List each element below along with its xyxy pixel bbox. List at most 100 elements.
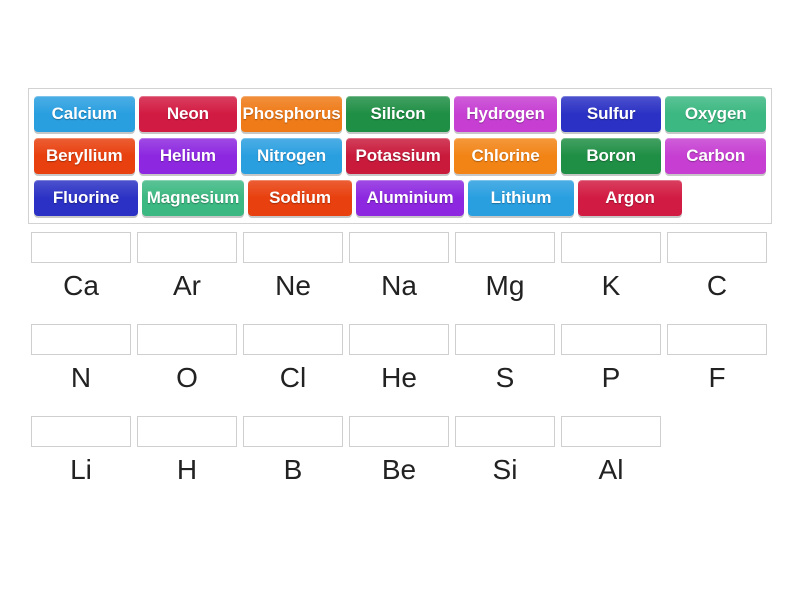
tile-label: Oxygen [684, 104, 747, 123]
symbol-label: K [601, 270, 621, 301]
drop-zone[interactable] [561, 324, 661, 355]
symbol-label: He [381, 362, 417, 393]
answer-cell: Al [558, 416, 664, 484]
tile-label: Calcium [51, 104, 118, 123]
symbol-label: S [495, 362, 515, 393]
tile-label: Chlorine [471, 146, 540, 165]
draggable-tile[interactable]: Calcium [34, 96, 135, 132]
symbol-label: N [70, 362, 92, 393]
tile-label: Neon [166, 104, 209, 123]
drop-zone[interactable] [243, 232, 343, 263]
answer-cell: He [346, 324, 452, 392]
symbol-label: Cl [279, 362, 307, 393]
tile-bank-row: Fluorine Magnesium Sodium Aluminium Lith… [32, 177, 768, 219]
draggable-tile[interactable]: Beryllium [34, 138, 135, 174]
drop-zone[interactable] [137, 324, 237, 355]
tile-label: Carbon [686, 146, 746, 165]
drop-zone[interactable] [31, 416, 131, 447]
answer-cell: N [28, 324, 134, 392]
answer-cell: Cl [240, 324, 346, 392]
draggable-tile[interactable]: Phosphorus [241, 96, 342, 132]
symbol-label: Mg [485, 270, 525, 301]
drop-zone[interactable] [349, 324, 449, 355]
draggable-tile[interactable]: Lithium [468, 180, 574, 216]
answer-cell: O [134, 324, 240, 392]
drop-zone[interactable] [137, 232, 237, 263]
tile-bank: Calcium Neon Phosphorus Silicon Hydrogen… [28, 88, 772, 224]
drop-zone[interactable] [137, 416, 237, 447]
symbol-label: Ca [63, 270, 99, 301]
draggable-tile[interactable]: Boron [560, 138, 662, 174]
drop-zone[interactable] [561, 416, 661, 447]
symbol-label: Li [70, 454, 92, 485]
answer-grid: Ca Ar Ne Na Mg K C N O Cl He S P F Li H … [28, 232, 772, 508]
answer-row: Li H B Be Si Al [28, 416, 772, 484]
draggable-tile[interactable]: Argon [578, 180, 682, 216]
draggable-tile[interactable]: Hydrogen [454, 96, 557, 132]
draggable-tile[interactable]: Oxygen [665, 96, 767, 132]
drop-zone[interactable] [31, 232, 131, 263]
drop-zone[interactable] [455, 324, 555, 355]
drop-zone[interactable] [455, 416, 555, 447]
symbol-label: H [176, 454, 198, 485]
draggable-tile[interactable]: Sulfur [560, 96, 662, 132]
answer-cell: S [452, 324, 558, 392]
drop-zone[interactable] [31, 324, 131, 355]
answer-cell: Ar [134, 232, 240, 300]
answer-cell: Li [28, 416, 134, 484]
answer-cell: Ca [28, 232, 134, 300]
draggable-tile[interactable]: Sodium [248, 180, 352, 216]
symbol-label: Si [492, 454, 518, 485]
answer-row: Ca Ar Ne Na Mg K C [28, 232, 772, 300]
draggable-tile[interactable]: Aluminium [356, 180, 464, 216]
symbol-label: B [283, 454, 303, 485]
drop-zone[interactable] [455, 232, 555, 263]
drop-zone[interactable] [243, 324, 343, 355]
drop-zone[interactable] [349, 232, 449, 263]
draggable-tile[interactable]: Magnesium [142, 180, 244, 216]
tile-label: Potassium [355, 146, 441, 165]
tile-bank-row: Beryllium Helium Nitrogen Potassium Chlo… [32, 135, 768, 177]
draggable-tile[interactable]: Helium [138, 138, 238, 174]
tile-label: Hydrogen [466, 104, 545, 123]
answer-cell: Ne [240, 232, 346, 300]
answer-cell: K [558, 232, 664, 300]
tile-label: Sodium [269, 188, 331, 207]
answer-cell: Be [346, 416, 452, 484]
symbol-label: P [601, 362, 621, 393]
tile-label: Helium [159, 146, 216, 165]
drop-zone[interactable] [243, 416, 343, 447]
tile-label: Aluminium [366, 188, 454, 207]
symbol-label: Be [381, 454, 417, 485]
drop-zone[interactable] [561, 232, 661, 263]
draggable-tile[interactable]: Neon [138, 96, 238, 132]
symbol-label: O [176, 362, 198, 393]
answer-cell: Na [346, 232, 452, 300]
draggable-tile[interactable]: Nitrogen [241, 138, 342, 174]
tile-label: Lithium [490, 188, 552, 207]
symbol-label: C [706, 270, 728, 301]
symbol-label: Ar [173, 270, 201, 301]
tile-label: Silicon [370, 104, 426, 123]
tile-label: Nitrogen [257, 146, 327, 165]
drop-zone[interactable] [667, 324, 767, 355]
tile-bank-row: Calcium Neon Phosphorus Silicon Hydrogen… [32, 93, 768, 135]
tile-label: Sulfur [586, 104, 636, 123]
activity-canvas: Calcium Neon Phosphorus Silicon Hydrogen… [0, 0, 800, 600]
tile-label: Phosphorus [242, 104, 341, 123]
draggable-tile[interactable]: Potassium [345, 138, 451, 174]
tile-label: Beryllium [46, 146, 123, 165]
symbol-label: F [708, 362, 726, 393]
drop-zone[interactable] [667, 232, 767, 263]
draggable-tile[interactable]: Silicon [345, 96, 451, 132]
symbol-label: Ne [275, 270, 311, 301]
draggable-tile[interactable]: Chlorine [454, 138, 557, 174]
draggable-tile[interactable]: Fluorine [34, 180, 138, 216]
tile-label: Argon [605, 188, 655, 207]
drop-zone[interactable] [349, 416, 449, 447]
draggable-tile[interactable]: Carbon [665, 138, 767, 174]
answer-cell: C [664, 232, 770, 300]
answer-cell: Mg [452, 232, 558, 300]
tile-label: Boron [586, 146, 636, 165]
symbol-label: Al [598, 454, 624, 485]
